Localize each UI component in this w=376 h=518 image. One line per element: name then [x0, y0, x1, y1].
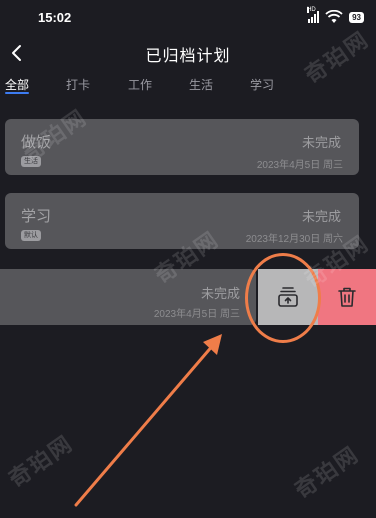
plan-date: 2023年4月5日 周三 [256, 160, 343, 171]
tab-work[interactable]: 工作 [128, 76, 152, 93]
watermark: 奇珀网 [4, 431, 79, 493]
swiped-plan-card[interactable]: 未完成 2023年4月5日 周三 [0, 269, 256, 325]
swiped-plan-row: 未完成 2023年4月5日 周三 [0, 269, 376, 325]
plan-date: 2023年12月30日 周六 [245, 234, 343, 245]
watermark: 奇珀网 [290, 442, 365, 504]
battery-indicator: 93 [349, 11, 364, 23]
wifi-icon [325, 10, 343, 23]
signal-icon: HD [307, 7, 320, 23]
delete-button[interactable] [318, 269, 376, 325]
plan-status: 未完成 [200, 287, 240, 302]
active-tab-indicator [5, 92, 29, 94]
tab-checkin[interactable]: 打卡 [66, 76, 90, 93]
status-icons: HD 93 [307, 7, 364, 25]
plan-card[interactable]: 学习 默认 未完成 2023年12月30日 周六 [5, 193, 359, 249]
tab-life[interactable]: 生活 [189, 76, 213, 93]
plan-title: 学习 [21, 207, 52, 225]
plan-tag: 生活 [21, 156, 41, 167]
header: 已归档计划 [0, 36, 376, 70]
unarchive-button[interactable] [258, 269, 318, 325]
tab-study[interactable]: 学习 [250, 76, 274, 93]
unarchive-icon [278, 287, 298, 307]
status-bar: 15:02 HD 93 [0, 0, 376, 34]
tab-all[interactable]: 全部 [5, 76, 29, 93]
network-type-label: HD [307, 7, 316, 13]
trash-icon [338, 287, 356, 307]
status-time: 15:02 [38, 10, 72, 25]
plan-tag: 默认 [21, 230, 41, 241]
plan-status: 未完成 [301, 210, 341, 225]
plan-status: 未完成 [301, 136, 341, 151]
plan-date: 2023年4月5日 周三 [153, 309, 240, 320]
category-tabs: 全部 打卡 工作 生活 学习 [0, 74, 376, 98]
page-title: 已归档计划 [145, 46, 231, 65]
plan-card[interactable]: 做饭 生活 未完成 2023年4月5日 周三 [5, 119, 359, 175]
plan-title: 做饭 [21, 133, 52, 151]
